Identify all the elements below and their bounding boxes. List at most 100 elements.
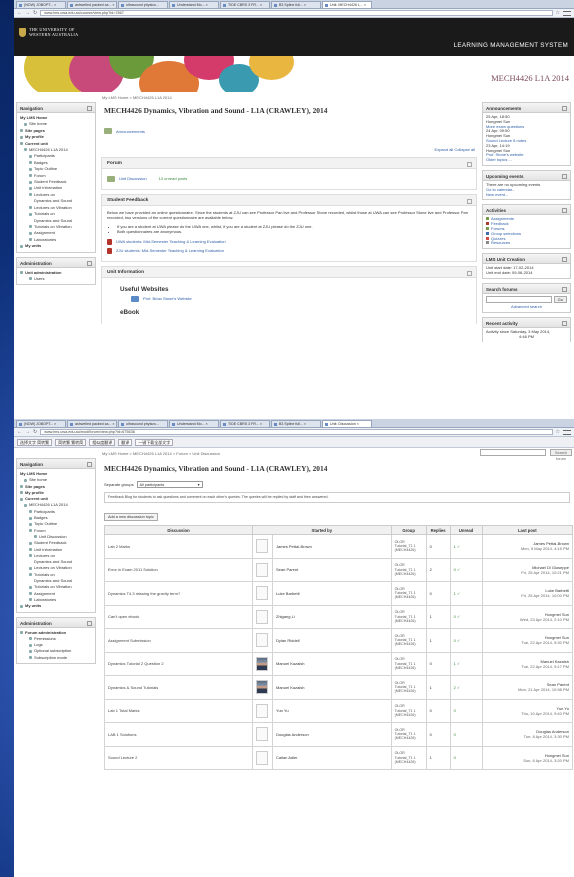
avatar[interactable] (256, 656, 268, 671)
breadcrumb[interactable]: My LMS Home > MECH4426 L1A 2014 (14, 92, 574, 102)
nav-item-my-units[interactable]: My units (20, 243, 92, 249)
browser-tab[interactable]: Understand Mo... × (169, 1, 219, 8)
replies-cell[interactable]: 0 (425, 698, 451, 723)
replies-cell[interactable]: 0 (425, 581, 451, 606)
administration-block-title[interactable]: Administration (17, 617, 95, 628)
unit-discussion-link[interactable]: Unit Discussion 13 unread posts (107, 176, 471, 182)
avatar[interactable] (256, 680, 268, 695)
navigation-block-title[interactable]: Navigation (17, 459, 95, 469)
zju-evaluation-link[interactable]: ZJU students: Mid-Semester Teaching & Le… (107, 247, 471, 254)
discussion-title-link[interactable]: Dynamics Tutorial 2 Question 2 (104, 651, 253, 676)
browser-tab[interactable]: ultrasound physics... (118, 420, 168, 427)
browser-tab[interactable]: TIDE CBRS 3 FR... × (220, 1, 270, 8)
toolbar-button[interactable]: 一键下载全部文字 (135, 438, 174, 446)
last-post-cell[interactable]: Sean Parent Mon, 21 Apr 2014, 10:58 PM (481, 675, 574, 700)
unread-cell[interactable]: 0 ✓ (449, 604, 483, 629)
started-by-link[interactable]: Callan Adler (272, 745, 392, 770)
search-forums-input[interactable] (486, 295, 552, 303)
replies-cell[interactable]: 1 (425, 628, 451, 653)
column-header-group[interactable]: Group (390, 525, 427, 535)
started-by-link[interactable]: Luke Barbetti (272, 581, 392, 606)
menu-icon[interactable] (563, 10, 571, 16)
started-by-link[interactable]: James Pettai-Brown (272, 534, 392, 559)
star-icon[interactable]: ☆ (556, 429, 560, 436)
browser-tab[interactable]: B3 Spline full... × (271, 420, 321, 427)
older-topics-link[interactable]: Older topics ... (486, 157, 567, 163)
column-header-last-post[interactable]: Last post (481, 525, 574, 535)
forward-icon[interactable]: → (25, 10, 30, 17)
advanced-search-link[interactable]: Advanced search (486, 304, 567, 310)
started-by-link[interactable]: Yun Yu (272, 698, 392, 723)
replies-cell[interactable]: 1 (425, 675, 451, 700)
admin-item-users[interactable]: Users (20, 276, 92, 282)
column-header-unread[interactable]: Unread (449, 525, 483, 535)
unread-cell[interactable]: 1 ✓ (449, 534, 483, 559)
avatar[interactable] (256, 703, 268, 718)
announcements-link[interactable]: Announcements (101, 128, 477, 134)
browser-tab[interactable]: ultrasound physics... (118, 1, 168, 8)
discussion-title-link[interactable]: Dynamics & Sound Tutorials (104, 675, 253, 700)
last-post-cell[interactable]: Hongmei Sun Sun, 6 Apr 2014, 3:20 PM (481, 745, 574, 770)
admin-item-subscription-mode[interactable]: Subscription mode (20, 655, 92, 661)
replies-cell[interactable]: 2 (425, 557, 451, 582)
expand-collapse-links[interactable]: Expand all Collapse all (101, 142, 477, 157)
unread-cell[interactable]: 2 ✓ (449, 675, 483, 700)
url-field[interactable]: www.lms.uwa.edu.au/course/view.php?id=78… (40, 10, 553, 16)
reload-icon[interactable]: ↻ (33, 429, 37, 436)
replies-cell[interactable]: 1 (425, 604, 451, 629)
replies-cell[interactable]: 1 (425, 745, 451, 770)
new-event-link[interactable]: New event... (486, 192, 567, 198)
last-post-cell[interactable]: Luke Barbetti Fri, 25 Apr 2014, 10:00 PM (481, 581, 574, 606)
toolbar-button[interactable]: 相似度翻译 (89, 438, 116, 446)
avatar[interactable] (256, 562, 268, 577)
browser-tab[interactable]: (NOW) JOBOPT... × (16, 420, 66, 427)
discussion-title-link[interactable]: Lab 2 Marks (104, 534, 253, 559)
toolbar-button[interactable]: 翻译 (118, 438, 133, 446)
unread-posts-count[interactable]: 13 unread posts (159, 176, 188, 182)
last-post-cell[interactable]: Hongmei Sun Tue, 22 Apr 2014, 5:30 PM (481, 628, 574, 653)
last-post-cell[interactable]: Michael Di Giuseppe Fri, 25 Apr 2014, 10:… (481, 557, 574, 582)
block-title[interactable]: Activities (483, 205, 570, 216)
unread-cell[interactable]: 0 ✓ (449, 557, 483, 582)
forward-icon[interactable]: → (25, 429, 30, 436)
last-post-cell[interactable]: Yun Yu Thu, 10 Apr 2014, 9:40 PM (481, 698, 574, 723)
replies-cell[interactable]: 0 (425, 651, 451, 676)
last-post-cell[interactable]: Manuel Kazaish Tue, 22 Apr 2014, 9:17 PM (481, 651, 574, 676)
avatar[interactable] (256, 727, 268, 742)
avatar[interactable] (256, 586, 268, 601)
menu-icon[interactable] (563, 429, 571, 435)
browser-tab[interactable]: B3 Spline full... × (271, 1, 321, 8)
browser-tab-active[interactable]: Unit: Discussion × (322, 420, 372, 427)
avatar[interactable] (256, 633, 268, 648)
browser-tab[interactable]: TIDE CBRS 3 FR... × (220, 420, 270, 427)
unread-cell[interactable]: 0 (449, 722, 483, 747)
section-title[interactable]: Unit Information (102, 266, 476, 278)
last-post-cell[interactable]: James Pettai-Brown Mon, 5 May 2014, 4:15 … (481, 534, 574, 559)
column-header-discussion[interactable]: Discussion (104, 525, 253, 535)
search-forum-input[interactable] (480, 449, 546, 456)
started-by-link[interactable]: Dylan Riddell (272, 628, 392, 653)
block-title[interactable]: Recent activity (483, 318, 570, 329)
url-field[interactable]: www.lms.uwa.edu.au/mod/forum/view.php?id… (40, 429, 553, 435)
unread-cell[interactable]: 0 (449, 698, 483, 723)
discussion-title-link[interactable]: Error in Exam 2011 Solution (104, 557, 253, 582)
browser-tab[interactable]: ashwelled packed ca... × (67, 420, 117, 427)
toolbar-button[interactable]: 选择文字 简转繁 (17, 438, 53, 446)
browser-tab[interactable]: (NOW) JOBOPT... × (16, 1, 66, 8)
avatar[interactable] (256, 609, 268, 624)
navigation-block-title[interactable]: Navigation (17, 103, 95, 113)
uwa-evaluation-link[interactable]: UWA students: Mid-Semester Teaching & Le… (107, 238, 471, 245)
last-post-cell[interactable]: Hongmei Sun Wed, 23 Apr 2014, 2:10 PM (481, 604, 574, 629)
browser-tab[interactable]: Understand Mo... × (169, 420, 219, 427)
discussion-title-link[interactable]: LAB 1 Solutions (104, 722, 253, 747)
section-title[interactable]: Student Feedback (102, 195, 476, 206)
column-header-started-by[interactable]: Started by (252, 525, 392, 535)
last-post-cell[interactable]: Douglas Anderson Tue, 8 Apr 2014, 3:30 PM (481, 722, 574, 747)
search-go-button[interactable]: Go (553, 295, 567, 303)
block-title[interactable]: Upcoming events (483, 170, 570, 181)
section-title[interactable]: Forum (102, 158, 476, 169)
star-icon[interactable]: ☆ (556, 10, 560, 17)
nav-item-my-units[interactable]: My units (20, 603, 92, 609)
discussion-title-link[interactable]: Sound Lecture 2 (104, 745, 253, 770)
started-by-link[interactable]: Manuel Kazaish (272, 675, 392, 700)
